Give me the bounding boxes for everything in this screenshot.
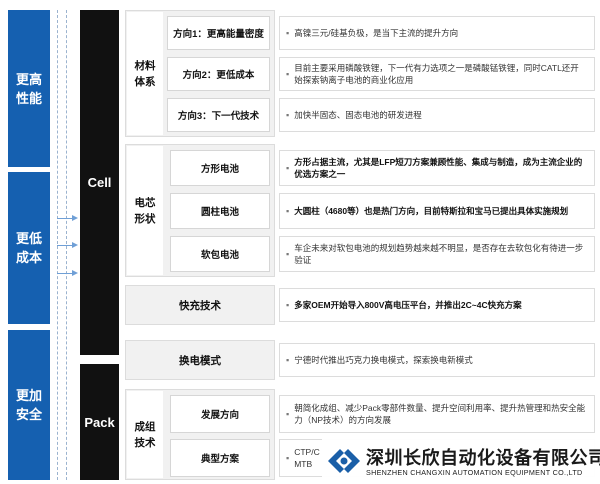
form-desc-2: ▪ 大圆柱（4680等）也是热门方向，目前特斯拉和宝马已提出具体实施规划 xyxy=(279,193,595,229)
form-pouch: 软包电池 xyxy=(170,236,270,272)
battery-swap-desc: ▪ 宁德时代推出巧克力换电模式，探索换电新模式 xyxy=(279,343,595,377)
desc-text: 朝简化成组、减少Pack零部件数量、提升空间利用率、提升热管理和热安全能力（NP… xyxy=(294,403,586,425)
bullet-icon: ▪ xyxy=(286,409,290,419)
arrow-line xyxy=(57,218,73,219)
sub-label: 软包电池 xyxy=(200,250,239,261)
sub-label: 方形电池 xyxy=(200,164,239,175)
sub-label: 方向1：更高能量密度 xyxy=(173,29,264,40)
bullet-icon: ▪ xyxy=(286,110,290,120)
arrow-right-icon xyxy=(72,270,78,276)
company-name: 深圳长欣自动化设备有限公司 xyxy=(366,448,600,468)
materials-desc-3: ▪ 加快半固态、固态电池的研发进程 xyxy=(279,98,595,132)
cell-label: Cell xyxy=(87,175,112,190)
form-category: 电芯形状 xyxy=(127,146,163,275)
desc-text: 多家OEM开始导入800V高电压平台，并推出2C~4C快充方案 xyxy=(294,300,522,310)
desc-text: 加快半固态、固态电池的研发进程 xyxy=(294,110,422,120)
materials-desc-2: ▪ 目前主要采用磷酸铁锂，下一代有力选项之一是磷酸锰铁锂，同时CATL还开始探索钠… xyxy=(279,57,595,91)
sub-label: 典型方案 xyxy=(200,454,239,465)
materials-direction-3: 方向3：下一代技术 xyxy=(167,98,270,132)
arrow-right-icon xyxy=(72,215,78,221)
goal-safer: 更加安全 xyxy=(8,330,50,480)
category-label: 成组技术 xyxy=(134,420,156,449)
sub-label: 换电模式 xyxy=(179,354,221,367)
materials-desc-1: ▪ 高镍三元/硅基负极，是当下主流的提升方向 xyxy=(279,16,595,50)
pack-label: Pack xyxy=(84,414,115,430)
goal-label: 更低成本 xyxy=(15,231,42,265)
bullet-icon: ▪ xyxy=(286,453,290,463)
bullet-icon: ▪ xyxy=(286,206,290,216)
goal-label: 更高性能 xyxy=(15,71,42,106)
cell-bar: Cell xyxy=(80,10,119,355)
desc-text: 宁德时代推出巧克力换电模式，探索换电新模式 xyxy=(294,355,473,365)
desc-text: 高镍三元/硅基负极，是当下主流的提升方向 xyxy=(294,28,459,38)
form-cylindrical: 圆柱电池 xyxy=(170,193,270,229)
sub-label: 方向2：更低成本 xyxy=(182,70,255,81)
bullet-icon: ▪ xyxy=(286,249,290,259)
bullet-icon: ▪ xyxy=(286,28,290,38)
pack-bar: Pack xyxy=(80,364,119,480)
fast-charge-desc: ▪ 多家OEM开始导入800V高电压平台，并推出2C~4C快充方案 xyxy=(279,288,595,322)
desc-text: CTP/C MTB xyxy=(294,447,320,469)
form-prismatic: 方形电池 xyxy=(170,150,270,186)
goal-label: 更加安全 xyxy=(15,388,42,422)
materials-direction-1: 方向1：更高能量密度 xyxy=(167,16,270,50)
company-logo: 深圳长欣自动化设备有限公司 SHENZHEN CHANGXIN AUTOMATI… xyxy=(322,438,600,484)
goal-lower-cost: 更低成本 xyxy=(8,172,50,324)
materials-category: 材料体系 xyxy=(127,12,163,135)
integration-direction: 发展方向 xyxy=(170,395,270,433)
integration-category: 成组技术 xyxy=(127,391,163,478)
desc-text: 目前主要采用磷酸铁锂，下一代有力选项之一是磷酸锰铁锂，同时CATL还开始探索钠离… xyxy=(294,63,579,85)
company-logo-icon xyxy=(328,449,360,473)
fast-charge-box: 快充技术 xyxy=(125,285,275,325)
desc-text: 车企未来对软包电池的规划趋势越来越不明显，是否存在去软包化有待进一步验证 xyxy=(294,243,584,265)
bullet-icon: ▪ xyxy=(286,300,290,310)
sub-label: 圆柱电池 xyxy=(200,207,239,218)
bullet-icon: ▪ xyxy=(286,163,290,173)
desc-text: 方形占据主流，尤其是LFP短刀方案兼顾性能、集成与制造，成为主流企业的优选方案之… xyxy=(294,157,583,179)
form-desc-3: ▪ 车企未来对软包电池的规划趋势越来越不明显，是否存在去软包化有待进一步验证 xyxy=(279,236,595,272)
integration-desc-1: ▪ 朝简化成组、减少Pack零部件数量、提升空间利用率、提升热管理和热安全能力（N… xyxy=(279,395,595,433)
materials-direction-2: 方向2：更低成本 xyxy=(167,57,270,91)
sub-label: 发展方向 xyxy=(200,410,239,421)
bullet-icon: ▪ xyxy=(286,69,290,79)
integration-typical: 典型方案 xyxy=(170,439,270,477)
arrow-right-icon xyxy=(72,242,78,248)
company-name-en: SHENZHEN CHANGXIN AUTOMATION EQUIPMENT C… xyxy=(366,468,583,477)
category-label: 材料体系 xyxy=(134,59,156,88)
battery-swap-box: 换电模式 xyxy=(125,340,275,380)
sub-label: 方向3：下一代技术 xyxy=(177,111,260,122)
bullet-icon: ▪ xyxy=(286,355,290,365)
form-desc-1: ▪ 方形占据主流，尤其是LFP短刀方案兼顾性能、集成与制造，成为主流企业的优选方案… xyxy=(279,150,595,186)
desc-text: 大圆柱（4680等）也是热门方向，目前特斯拉和宝马已提出具体实施规划 xyxy=(294,206,569,216)
arrow-line xyxy=(57,273,73,274)
goal-higher-performance: 更高性能 xyxy=(8,10,50,167)
arrow-line xyxy=(57,245,73,246)
sub-label: 快充技术 xyxy=(179,299,221,312)
category-label: 电芯形状 xyxy=(134,196,156,225)
